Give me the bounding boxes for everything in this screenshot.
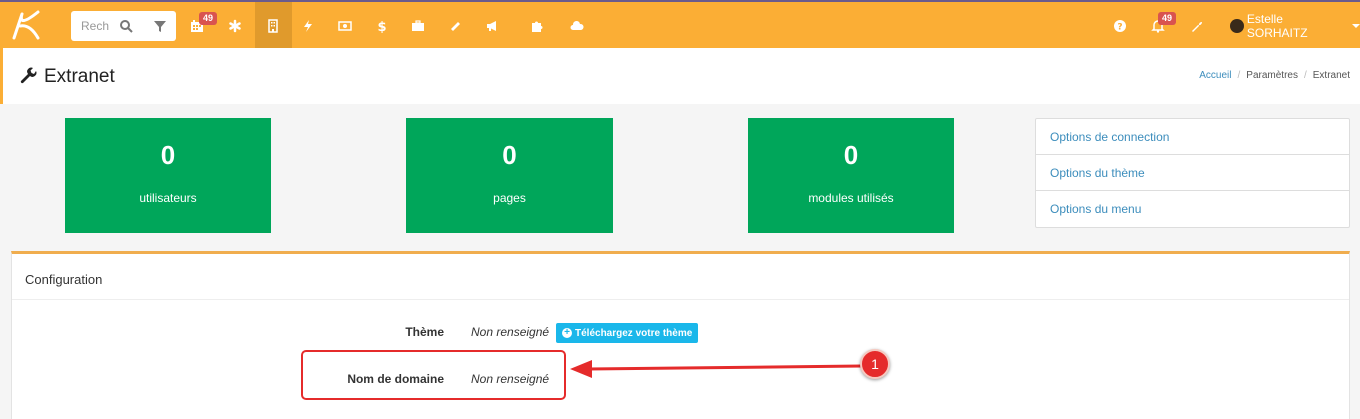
nav-bolt[interactable] xyxy=(293,12,323,40)
asterisk-icon xyxy=(229,19,241,33)
money-icon xyxy=(338,21,352,31)
nav-building[interactable] xyxy=(258,12,288,40)
nav-bullhorn[interactable] xyxy=(477,12,507,40)
option-theme[interactable]: Options du thème xyxy=(1036,155,1349,191)
stat-pages: 0 pages xyxy=(406,118,613,233)
wrench-icon xyxy=(20,67,37,84)
wrench-icon xyxy=(1192,21,1203,32)
page-title-text: Extranet xyxy=(44,66,115,87)
nav-briefcase[interactable] xyxy=(403,12,433,40)
stat-modules-value: 0 xyxy=(843,140,859,170)
stat-users-value: 0 xyxy=(160,140,176,170)
chevron-down-icon xyxy=(1352,24,1360,28)
briefcase-icon xyxy=(412,20,424,31)
user-name: Estelle SORHAITZ xyxy=(1246,12,1308,40)
breadcrumb-home[interactable]: Accueil xyxy=(1199,70,1231,81)
stat-modules: 0 modules utilisés xyxy=(748,118,954,233)
stat-pages-label: pages xyxy=(493,191,526,205)
annotation-number-badge: 1 xyxy=(860,349,890,379)
avatar xyxy=(1230,19,1244,33)
theme-label: Thème xyxy=(405,325,444,339)
options-list: Options de connection Options du thème O… xyxy=(1035,118,1350,228)
dollar-icon: $ xyxy=(377,20,386,33)
notification-badge: 49 xyxy=(1158,12,1177,25)
configuration-panel: Configuration Thème Non renseigné + Télé… xyxy=(11,251,1350,419)
svg-text:?: ? xyxy=(1117,23,1122,33)
help-icon: ? xyxy=(1114,20,1126,33)
configuration-title: Configuration xyxy=(25,272,103,287)
user-menu[interactable]: Estelle SORHAITZ xyxy=(1230,12,1360,40)
filter-icon[interactable] xyxy=(153,19,167,33)
upload-theme-label: Téléchargez votre thème xyxy=(575,327,693,339)
nav-dollar[interactable]: $ xyxy=(367,12,397,40)
calendar-badge: 49 xyxy=(199,12,218,25)
search-box xyxy=(71,11,176,41)
stat-users: 0 utilisateurs xyxy=(65,118,271,233)
option-menu[interactable]: Options du menu xyxy=(1036,191,1349,227)
option-connection[interactable]: Options de connection xyxy=(1036,119,1349,155)
bullhorn-icon xyxy=(487,21,496,31)
plus-circle-icon: + xyxy=(562,328,572,338)
page-header: Extranet Accueil / Paramètres / Extranet xyxy=(0,48,1360,104)
annotation-highlight-box xyxy=(301,350,566,400)
puzzle-icon xyxy=(532,21,543,32)
breadcrumb-current: Extranet xyxy=(1312,70,1350,81)
svg-text:$: $ xyxy=(377,20,386,33)
nav-puzzle[interactable] xyxy=(522,12,552,40)
stat-users-label: utilisateurs xyxy=(139,191,197,205)
stat-modules-label: modules utilisés xyxy=(808,191,894,205)
breadcrumb-parametres[interactable]: Paramètres xyxy=(1246,70,1298,81)
nav-asterisk[interactable] xyxy=(220,12,250,40)
logo-icon[interactable] xyxy=(8,8,44,42)
top-navbar: 49 $ ? 49 Estelle SORHAITZ xyxy=(0,0,1360,48)
breadcrumb-separator: / xyxy=(1237,70,1241,81)
page-title: Extranet xyxy=(19,66,115,88)
theme-value: Non renseigné xyxy=(471,325,550,339)
nav-cloud[interactable] xyxy=(562,12,592,40)
cloud-icon xyxy=(570,20,584,30)
nav-help[interactable]: ? xyxy=(1105,12,1135,40)
search-input[interactable] xyxy=(81,18,109,34)
nav-ticket[interactable] xyxy=(440,12,470,40)
stat-pages-value: 0 xyxy=(502,140,517,170)
search-icon[interactable] xyxy=(119,19,133,33)
breadcrumb: Accueil / Paramètres / Extranet xyxy=(1199,70,1350,81)
bolt-icon xyxy=(304,20,312,32)
divider xyxy=(12,299,1349,300)
building-icon xyxy=(268,19,278,33)
ticket-icon xyxy=(451,22,460,31)
upload-theme-button[interactable]: + Téléchargez votre thème xyxy=(556,323,699,343)
nav-money[interactable] xyxy=(330,12,360,40)
nav-settings[interactable] xyxy=(1182,12,1212,40)
breadcrumb-separator: / xyxy=(1303,70,1307,81)
